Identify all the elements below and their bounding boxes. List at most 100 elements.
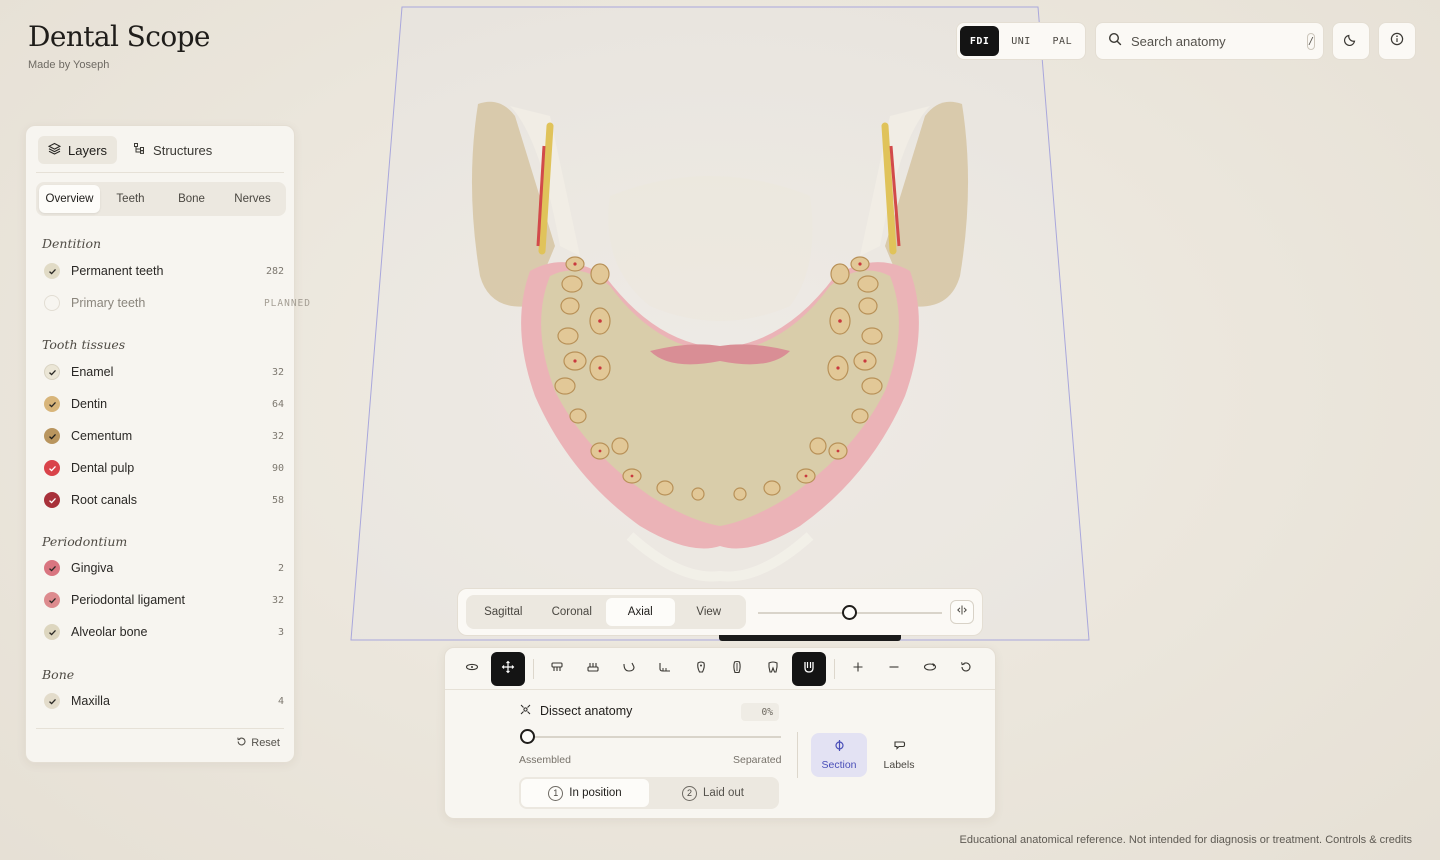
- jaw-side-button[interactable]: [612, 652, 646, 686]
- mode-label: Laid out: [703, 787, 744, 799]
- labels-label: Labels: [883, 759, 915, 771]
- section-button[interactable]: Section: [811, 733, 867, 777]
- tab-structures[interactable]: Structures: [123, 136, 222, 164]
- layer-count: 282: [265, 265, 284, 277]
- pan-button[interactable]: [491, 652, 525, 686]
- mode-in-position[interactable]: 1 In position: [521, 779, 649, 807]
- dental-model[interactable]: [350, 6, 1090, 642]
- layer-row-alveolar-bone[interactable]: Alveolar bone 3: [44, 621, 284, 643]
- jaw-side-icon: [622, 660, 636, 679]
- moon-icon: [1343, 32, 1358, 51]
- plane-coronal[interactable]: Coronal: [538, 598, 607, 626]
- layer-row-dentin[interactable]: Dentin 64: [44, 393, 284, 415]
- rotate-button[interactable]: [455, 652, 489, 686]
- layer-row-gingiva[interactable]: Gingiva 2: [44, 557, 284, 579]
- flip-icon: [956, 603, 968, 621]
- check-icon[interactable]: [44, 364, 60, 380]
- check-icon[interactable]: [44, 492, 60, 508]
- layers-icon: [47, 142, 62, 158]
- info-button[interactable]: [1378, 22, 1416, 60]
- numbering-system-toggle[interactable]: FDI UNI PAL: [956, 22, 1086, 60]
- tab-layers-label: Layers: [68, 142, 108, 158]
- segment-bone[interactable]: Bone: [161, 185, 222, 213]
- layer-label: Permanent teeth: [71, 264, 164, 278]
- molar-button[interactable]: [756, 652, 790, 686]
- footer: Educational anatomical reference. Not in…: [960, 834, 1412, 846]
- step-number: 1: [548, 785, 564, 801]
- group-title-dentition: Dentition: [42, 236, 102, 251]
- dissect-header: Dissect anatomy: [519, 703, 632, 719]
- plane-sagittal[interactable]: Sagittal: [469, 598, 538, 626]
- layer-label: Gingiva: [71, 561, 114, 575]
- dissect-slider-thumb[interactable]: [520, 729, 535, 744]
- plane-position-thumb[interactable]: [842, 605, 857, 620]
- reset-view-icon: [959, 660, 973, 679]
- labels-button[interactable]: Labels: [871, 733, 927, 777]
- layer-row-primary-teeth[interactable]: Primary teeth PLANNED: [44, 292, 310, 314]
- layer-row-periodontal-ligament[interactable]: Periodontal ligament 32: [44, 589, 284, 611]
- check-icon[interactable]: [44, 263, 60, 279]
- section-icon: [833, 739, 846, 755]
- zoom-out-button[interactable]: [877, 652, 911, 686]
- layer-label: Dentin: [71, 397, 108, 411]
- layer-row-enamel[interactable]: Enamel 32: [44, 361, 284, 383]
- numbering-pal[interactable]: PAL: [1043, 26, 1082, 56]
- tooth-side-button[interactable]: [720, 652, 754, 686]
- layer-row-cementum[interactable]: Cementum 32: [44, 425, 284, 447]
- numbering-fdi[interactable]: FDI: [960, 26, 1000, 56]
- search-box[interactable]: /: [1095, 22, 1324, 60]
- tab-layers[interactable]: Layers: [38, 136, 118, 164]
- layer-row-maxilla[interactable]: Maxilla 4: [44, 690, 284, 712]
- layer-row-permanent-teeth[interactable]: Permanent teeth 282: [44, 260, 284, 282]
- reset-button[interactable]: Reset: [236, 736, 280, 750]
- segment-overview[interactable]: Overview: [39, 185, 100, 213]
- plane-view[interactable]: View: [675, 598, 744, 626]
- check-icon[interactable]: [44, 396, 60, 412]
- tooth-side-icon: [730, 660, 744, 679]
- segment-teeth[interactable]: Teeth: [100, 185, 161, 213]
- group-title-periodontium: Periodontium: [42, 534, 128, 549]
- zoom-in-button[interactable]: [841, 652, 875, 686]
- plane-axial[interactable]: Axial: [606, 598, 675, 626]
- controls-credits-link[interactable]: Controls & credits: [1325, 834, 1412, 846]
- check-icon[interactable]: [44, 592, 60, 608]
- layer-label: Root canals: [71, 493, 138, 507]
- layer-row-dental-pulp[interactable]: Dental pulp 90: [44, 457, 284, 479]
- toolbar-separator: [834, 659, 835, 679]
- layer-row-root-canals[interactable]: Root canals 58: [44, 489, 284, 511]
- arch-button[interactable]: [792, 652, 826, 686]
- unchecked-icon[interactable]: [44, 295, 60, 311]
- check-icon[interactable]: [44, 693, 60, 709]
- dark-mode-button[interactable]: [1332, 22, 1370, 60]
- check-icon[interactable]: [44, 560, 60, 576]
- planned-badge: PLANNED: [263, 297, 311, 309]
- mode-laid-out[interactable]: 2 Laid out: [649, 779, 777, 807]
- reset-view-button[interactable]: [949, 652, 983, 686]
- jaw-profile-button[interactable]: [648, 652, 682, 686]
- check-icon[interactable]: [44, 624, 60, 640]
- upper-jaw-button[interactable]: [540, 652, 574, 686]
- tool-divider: [445, 689, 995, 690]
- arch-icon: [802, 660, 816, 679]
- label-tag-icon: [893, 739, 906, 755]
- viewport-edge-strip: [719, 635, 901, 641]
- toolbar-vertical-separator: [797, 732, 798, 778]
- check-icon[interactable]: [44, 460, 60, 476]
- layer-count: 90: [271, 462, 284, 474]
- layer-count: 32: [271, 430, 284, 442]
- orbit-icon: [923, 660, 937, 679]
- dissect-slider-track[interactable]: [527, 736, 781, 738]
- segment-nerves[interactable]: Nerves: [222, 185, 283, 213]
- app-subtitle: Made by Yoseph: [28, 59, 110, 71]
- viewport[interactable]: [350, 6, 1090, 642]
- flip-plane-button[interactable]: [950, 600, 974, 624]
- orbit-button[interactable]: [913, 652, 947, 686]
- numbering-uni[interactable]: UNI: [1001, 26, 1040, 56]
- tooth-front-button[interactable]: [684, 652, 718, 686]
- check-icon[interactable]: [44, 428, 60, 444]
- jaw-profile-icon: [658, 660, 672, 679]
- rotate-icon: [465, 660, 479, 679]
- layer-label: Periodontal ligament: [71, 593, 185, 607]
- search-input[interactable]: [1131, 33, 1307, 49]
- lower-jaw-button[interactable]: [576, 652, 610, 686]
